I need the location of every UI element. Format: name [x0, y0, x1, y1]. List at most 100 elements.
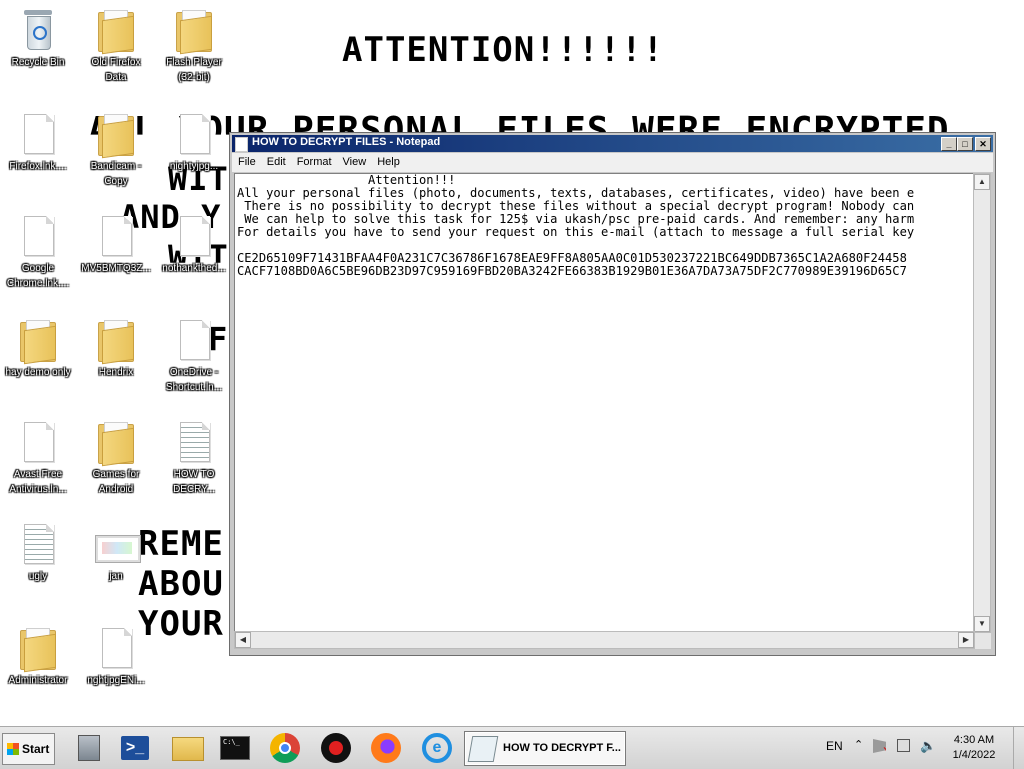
desktop-icon-mv5bmtq3z[interactable]: MV5BMTQ3Z... — [78, 214, 154, 275]
menu-file[interactable]: File — [232, 153, 261, 168]
chrome-icon[interactable] — [270, 733, 300, 763]
close-button[interactable]: ✕ — [975, 137, 991, 151]
desktop-icon-games-for-android[interactable]: Games for Android — [78, 420, 154, 496]
desktop-icon-label: Shortcut.ln... — [165, 382, 223, 393]
desktop-icon-label: Flash Player — [166, 57, 222, 68]
text-file-icon — [174, 420, 214, 466]
file-icon — [96, 626, 136, 672]
clock-time: 4:30 AM — [953, 734, 995, 746]
desktop-icon-nightyjpg[interactable]: nightyjpg... — [156, 112, 232, 173]
desktop-icon-jan[interactable]: jan — [78, 522, 154, 583]
desktop-icon-label: nothankthed... — [162, 263, 226, 274]
file-icon — [174, 112, 214, 158]
desktop-icon-bandicam-copy[interactable]: Bandicam - Copy — [78, 112, 154, 188]
desktop-icon-how-to-decrypt[interactable]: HOW TO DECRY... — [156, 420, 232, 496]
desktop-icon-nghtjpg[interactable]: nghtjpgENi... — [78, 626, 154, 687]
image-file-icon — [96, 522, 140, 568]
scroll-left-icon[interactable]: ◀ — [235, 632, 251, 648]
show-hidden-icons-icon[interactable]: ⌃ — [854, 738, 863, 751]
show-desktop-button[interactable] — [1013, 727, 1024, 769]
desktop-icon-hendrix[interactable]: Hendrix — [78, 318, 154, 379]
menu-format[interactable]: Format — [291, 153, 337, 168]
menu-help[interactable]: Help — [371, 153, 405, 168]
desktop-icon-label: Old Firefox — [91, 57, 141, 68]
clock-date: 1/4/2022 — [952, 749, 996, 761]
notepad-icon — [235, 137, 248, 152]
folder-icon — [96, 318, 136, 365]
folder-icon — [174, 8, 214, 55]
scroll-up-icon[interactable]: ▲ — [974, 174, 990, 190]
file-explorer-icon[interactable] — [172, 737, 204, 761]
system-clock[interactable]: 4:30 AM 1/4/2022 — [944, 733, 1004, 763]
desktop-icon-label: OneDrive - — [169, 367, 219, 378]
file-icon — [174, 318, 214, 364]
desktop-icon-label: Chrome.lnk.... — [6, 278, 70, 289]
desktop-icon-label: Bandicam - — [90, 161, 142, 172]
document-text[interactable]: Attention!!! All your personal files (ph… — [235, 174, 974, 278]
menu-bar: File Edit Format View Help — [232, 153, 993, 172]
folder-icon — [96, 8, 136, 55]
desktop-icon-label: Recycle Bin — [11, 57, 65, 68]
file-icon — [18, 214, 58, 260]
desktop-icon-recycle-bin[interactable]: Recycle Bin — [0, 8, 76, 69]
desktop-icon-label: nightyjpg... — [169, 161, 219, 172]
menu-view[interactable]: View — [337, 153, 372, 168]
notepad-window[interactable]: HOW TO DECRYPT FILES - Notepad _ □ ✕ Fil… — [229, 132, 996, 656]
minimize-button[interactable]: _ — [941, 137, 957, 151]
folder-icon — [18, 626, 58, 673]
desktop-icon-ugly[interactable]: ugly — [0, 522, 76, 583]
desktop-icon-hay-demo-only[interactable]: hay demo only — [0, 318, 76, 379]
desktop-icon-flash-player[interactable]: Flash Player (32-bit) — [156, 8, 232, 84]
server-manager-icon[interactable] — [78, 735, 100, 761]
menu-edit[interactable]: Edit — [261, 153, 291, 168]
windows-logo-icon — [7, 743, 19, 755]
file-icon — [96, 214, 136, 260]
action-center-flag-icon[interactable] — [873, 739, 886, 753]
start-button[interactable]: Start — [2, 733, 55, 765]
bandicam-record-icon[interactable] — [321, 733, 351, 763]
taskbar: Start >_ e HOW TO DECRYPT F... EN ⌃ 🔈 4:… — [0, 726, 1024, 769]
recycle-bin-icon — [18, 8, 58, 54]
desktop-icon-label: Android — [98, 484, 134, 495]
desktop-icon-label: Hendrix — [98, 367, 134, 378]
network-icon[interactable] — [897, 739, 910, 752]
notepad-title-bar[interactable]: HOW TO DECRYPT FILES - Notepad _ □ ✕ — [232, 135, 993, 152]
internet-explorer-icon[interactable]: e — [422, 733, 452, 763]
start-label: Start — [22, 742, 50, 756]
desktop-icon-firefox-lnk[interactable]: Firefox.lnk.... — [0, 112, 76, 173]
desktop-icon-label: Games for — [92, 469, 140, 480]
horizontal-scrollbar[interactable]: ◀ ▶ — [234, 631, 975, 649]
scroll-down-icon[interactable]: ▼ — [974, 616, 990, 632]
desktop-icon-label: Data — [105, 72, 127, 83]
desktop-icon-label: Firefox.lnk.... — [9, 161, 67, 172]
command-prompt-icon[interactable] — [220, 736, 250, 760]
size-grip[interactable] — [975, 633, 991, 649]
desktop-icon-google-chrome-lnk[interactable]: Google Chrome.lnk.... — [0, 214, 76, 290]
firefox-icon[interactable] — [371, 733, 401, 763]
scroll-right-icon[interactable]: ▶ — [958, 632, 974, 648]
taskbar-notepad-button[interactable]: HOW TO DECRYPT F... — [464, 731, 626, 766]
text-editor-area[interactable]: Attention!!! All your personal files (ph… — [234, 173, 975, 633]
maximize-button[interactable]: □ — [957, 137, 973, 151]
vertical-scrollbar[interactable]: ▲ ▼ — [973, 173, 991, 633]
text-file-icon — [18, 522, 58, 568]
window-title: HOW TO DECRYPT FILES - Notepad — [252, 136, 441, 148]
desktop-icon-label: jan — [109, 571, 123, 582]
desktop-icon-old-firefox-data[interactable]: Old Firefox Data — [78, 8, 154, 84]
powershell-icon[interactable]: >_ — [121, 736, 149, 760]
desktop-icon-label: Copy — [104, 176, 128, 187]
desktop-icon-avast-free[interactable]: Avast Free Antivirus.ln... — [0, 420, 76, 496]
desktop-icon-administrator[interactable]: Administrator — [0, 626, 76, 687]
volume-icon[interactable]: 🔈 — [920, 739, 936, 753]
notepad-icon — [467, 736, 499, 762]
language-indicator[interactable]: EN — [826, 739, 843, 753]
desktop-icon-onedrive-shortcut[interactable]: OneDrive - Shortcut.ln... — [156, 318, 232, 394]
desktop-icon-label: MV5BMTQ3Z... — [81, 263, 151, 274]
desktop-icon-label: DECRY... — [173, 484, 215, 495]
desktop-icon-label: Administrator — [8, 675, 68, 686]
file-icon — [174, 214, 214, 260]
desktop-icon-label: HOW TO — [173, 469, 215, 480]
folder-icon — [18, 318, 58, 365]
desktop-icon-nothankthed[interactable]: nothankthed... — [156, 214, 232, 275]
wallpaper-attention-text: ATTENTION!!!!!! — [342, 30, 665, 70]
